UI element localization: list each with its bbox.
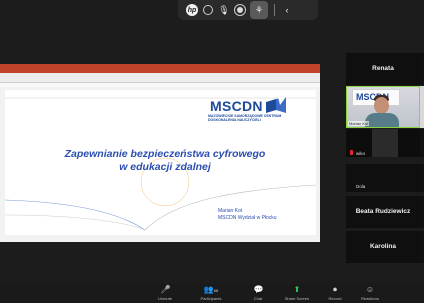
participants-button[interactable]: 👥68 Participants	[196, 285, 226, 302]
participant-name: Renata	[372, 65, 394, 72]
powerpoint-ribbon	[0, 73, 320, 83]
share-screen-icon: ⬆	[293, 285, 301, 294]
participant-tile-edge	[420, 53, 424, 85]
chat-button[interactable]: 💬 Chat	[243, 285, 273, 302]
reactions-icon: ☺	[365, 285, 375, 294]
powerpoint-title-bar	[0, 64, 320, 73]
mscdn-logo: MSCDN	[210, 97, 286, 113]
share-control-bar: hp 🎙 ⚘ ‹	[178, 0, 318, 20]
divider	[274, 4, 275, 16]
microphone-icon[interactable]: 🎙	[218, 4, 230, 16]
chevron-left-icon[interactable]: ‹	[281, 4, 293, 16]
participant-tile-dola[interactable]: Dola	[346, 164, 420, 192]
participant-tile-edge	[420, 164, 424, 192]
share-screen-button[interactable]: ⬆ Share Screen	[282, 285, 312, 302]
record-icon: ⏺	[333, 285, 337, 294]
logo-subtitle: MAZOWIECKIE SAMORZĄDOWE CENTRUM DOSKONAL…	[208, 114, 282, 122]
slide-title: Zapewnianie bezpieczeństwa cyfrowego w e…	[35, 148, 295, 174]
participant-tile-renata[interactable]: Renata	[346, 53, 420, 85]
record-icon[interactable]	[234, 4, 246, 16]
shared-screen: MSCDN MAZOWIECKIE SAMORZĄDOWE CENTRUM DO…	[0, 64, 320, 242]
active-speaker-border	[346, 86, 420, 128]
author-name: Marian Kot	[218, 208, 243, 214]
participant-small-name: Dola	[356, 184, 366, 189]
participant-tile-wiko[interactable]: wiko	[346, 140, 420, 158]
participant-tile-karolina[interactable]: Karolina	[346, 231, 420, 263]
powerpoint-menu	[0, 83, 320, 87]
chat-icon: 💬	[253, 285, 264, 294]
participant-tile-edge	[420, 86, 424, 128]
meeting-toolbar: 🎤 Unmute 👥68 Participants 💬 Chat ⬆ Share…	[0, 284, 424, 303]
logo-text: MSCDN	[210, 98, 263, 114]
presentation-slide: MSCDN MAZOWIECKIE SAMORZĄDOWE CENTRUM DO…	[5, 90, 316, 235]
participant-tile-edge	[420, 129, 424, 157]
microphone-icon: 🎤	[160, 285, 171, 294]
participant-tile-edge	[420, 196, 424, 228]
participant-tile-edge	[420, 231, 424, 263]
annotate-icon[interactable]: ⚘	[250, 1, 268, 19]
participant-video-speaker[interactable]: MSCDN Marian Kot	[346, 86, 420, 128]
slide-author: Marian Kot MSCDN Wydział w Płocku	[218, 208, 277, 222]
slide-title-line1: Zapewnianie bezpieczeństwa cyfrowego	[64, 148, 266, 160]
muted-mic-icon	[350, 150, 353, 155]
participant-small-name: wiko	[356, 151, 366, 156]
reactions-button[interactable]: ☺ Reactions	[355, 285, 385, 302]
participants-icon: 👥68	[203, 285, 219, 294]
hp-logo-icon: hp	[186, 4, 198, 16]
author-affiliation: MSCDN Wydział w Płocku	[218, 215, 277, 221]
participant-name: Beata Rudziewicz	[355, 208, 411, 215]
participant-name: Karolina	[369, 243, 396, 250]
participant-tile-beata[interactable]: Beata Rudziewicz	[346, 196, 420, 228]
unmute-button[interactable]: 🎤 Unmute	[150, 285, 180, 302]
zoom-meeting-window: hp 🎙 ⚘ ‹ MSCDN MAZOWIECKIE SAMORZĄDOWE C…	[0, 0, 424, 303]
slide-title-line2: w edukacji zdalnej	[119, 161, 211, 173]
book-logo-icon	[265, 97, 286, 113]
record-button[interactable]: ⏺ Record	[320, 285, 350, 302]
circle-icon[interactable]	[202, 4, 214, 16]
